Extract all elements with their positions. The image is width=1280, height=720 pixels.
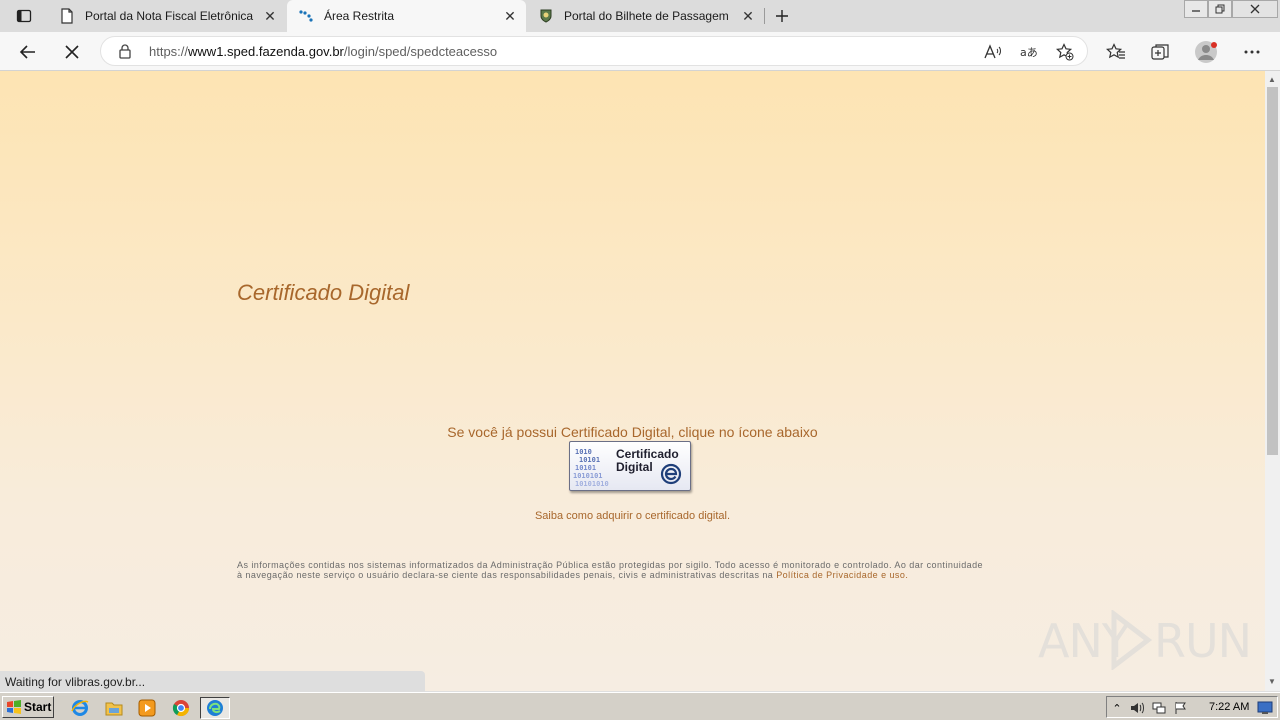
file-explorer-icon[interactable] [103,697,125,719]
translate-icon[interactable]: aあ [1019,42,1039,62]
network-icon[interactable] [1151,700,1167,716]
learn-certificate-link-text[interactable]: Saiba como adquirir o certificado digita… [535,510,730,522]
digital-certificate-button[interactable]: 1010 10101 10101 1010101 10101010 Certif… [569,441,691,491]
tab-nfe-portal[interactable]: Portal da Nota Fiscal Eletrônica ✕ [48,0,286,32]
svg-text:10101: 10101 [575,464,596,472]
restore-button[interactable] [1208,0,1232,18]
privacy-disclaimer: As informações contidas nos sistemas inf… [237,560,1037,580]
start-button[interactable]: Start [2,696,54,718]
svg-text:10101: 10101 [579,456,600,464]
taskbar: Start ⌃ 7:22 AM [0,692,1280,720]
disclaimer-line-2-text: à navegação neste serviço o usuário decl… [237,570,774,580]
loading-icon [298,8,314,24]
show-desktop-icon[interactable] [1257,700,1273,716]
close-tab-icon[interactable]: ✕ [262,8,278,24]
status-bubble: Waiting for vlibras.gov.br... [0,671,425,692]
address-bar[interactable]: https://www1.sped.fazenda.gov.br/login/s… [100,36,1088,66]
stop-loading-button[interactable] [58,38,86,66]
navigation-bar: https://www1.sped.fazenda.gov.br/login/s… [0,32,1280,71]
page-title: Certificado Digital [237,280,410,305]
page-icon [59,8,75,24]
collections-icon[interactable] [1146,38,1174,66]
tab-title: Portal da Nota Fiscal Eletrônica [85,9,254,23]
edge-taskbar-icon[interactable] [200,697,230,719]
url-text[interactable]: https://www1.sped.fazenda.gov.br/login/s… [149,44,497,59]
privacy-policy-link[interactable]: Política de Privacidade e uso. [776,570,908,580]
tab-title: Área Restrita [324,9,395,23]
windows-flag-icon [7,700,21,714]
action-center-flag-icon[interactable] [1173,700,1189,716]
page-viewport: Certificado Digital Se você já possui Ce… [0,71,1265,691]
tab-title: Portal do Bilhete de Passagem Eletrônico [564,9,732,23]
url-host: www1.sped.fazenda.gov.br [188,44,344,59]
minimize-button[interactable] [1184,0,1208,18]
tab-strip: Portal da Nota Fiscal Eletrônica ✕ Área … [0,0,1280,32]
tab-actions-icon[interactable] [10,6,38,26]
svg-text:1010: 1010 [575,448,592,456]
close-tab-icon[interactable]: ✕ [740,8,756,24]
start-label: Start [24,700,52,714]
coat-of-arms-icon [538,8,554,24]
more-options-icon[interactable] [1238,38,1266,66]
url-path: /login/sped/spedcteacesso [343,44,498,59]
disclaimer-line-1: As informações contidas nos sistemas inf… [237,560,984,570]
close-window-button[interactable] [1232,0,1278,18]
volume-icon[interactable] [1129,700,1145,716]
chrome-icon[interactable] [170,697,192,719]
instruction-text: Se você já possui Certificado Digital, c… [447,424,818,440]
e-cpf-logo-icon [660,463,682,485]
svg-text:1010101: 1010101 [573,472,603,480]
media-player-icon[interactable] [136,697,158,719]
watermark-text-b: RUN [1154,614,1252,668]
svg-text:aあ: aあ [1020,46,1038,59]
scroll-up-icon[interactable]: ▲ [1268,75,1276,84]
learn-certificate-link[interactable]: Saiba como adquirir o certificado digita… [0,510,1265,522]
lock-icon[interactable] [117,43,133,59]
close-tab-icon[interactable]: ✕ [502,8,518,24]
scrollbar-thumb[interactable] [1267,87,1278,455]
new-tab-button[interactable] [770,4,794,28]
back-button[interactable] [14,38,42,66]
show-hidden-icons-icon[interactable]: ⌃ [1109,700,1125,716]
disclaimer-line-2: à navegação neste serviço o usuário decl… [237,570,1037,580]
add-favorite-icon[interactable] [1055,42,1075,62]
read-aloud-icon[interactable] [983,42,1003,62]
anyrun-watermark: ANY RUN [1038,606,1252,676]
scroll-down-icon[interactable]: ▼ [1268,677,1276,686]
vertical-scrollbar[interactable]: ▲ ▼ [1265,71,1280,691]
url-scheme: https:// [149,44,189,59]
play-triangle-icon [1111,610,1153,670]
svg-text:10101010: 10101010 [575,480,609,488]
system-tray: ⌃ 7:22 AM [1106,696,1278,718]
favorites-icon[interactable] [1102,38,1130,66]
internet-explorer-icon[interactable] [69,697,91,719]
tab-separator [764,8,765,24]
profile-avatar-icon[interactable] [1192,38,1220,66]
tab-bpe-portal[interactable]: Portal do Bilhete de Passagem Eletrônico… [527,0,764,32]
clock[interactable]: 7:22 AM [1209,701,1249,713]
tab-area-restrita[interactable]: Área Restrita ✕ [287,0,526,32]
